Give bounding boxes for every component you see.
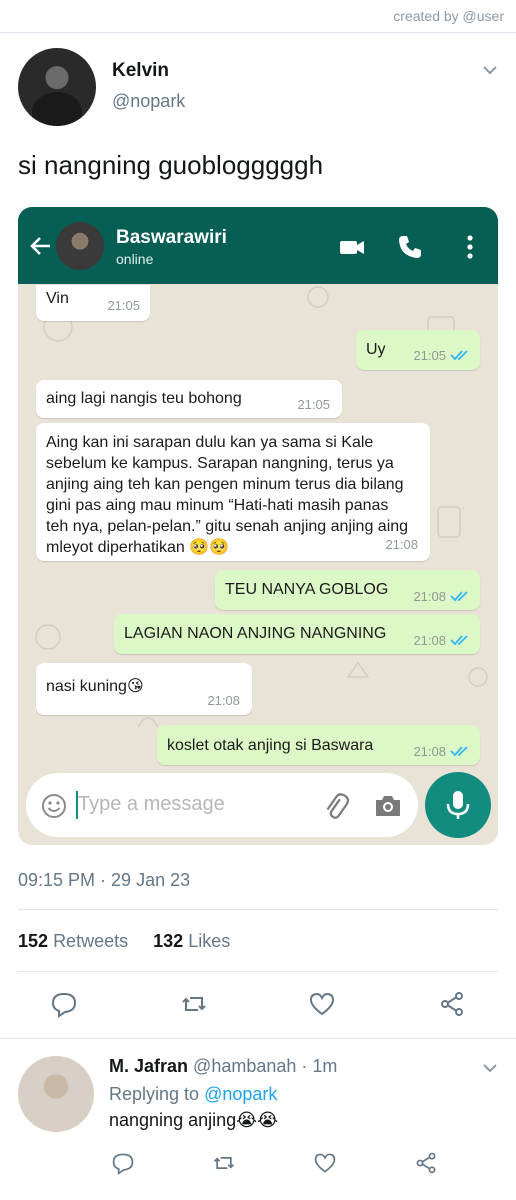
phone-call-icon[interactable] bbox=[396, 233, 424, 261]
message-bubble-incoming[interactable]: Vin 21:05 bbox=[36, 285, 150, 321]
share-icon[interactable] bbox=[414, 1151, 438, 1175]
reply-text: nangning anjing😭😭 bbox=[109, 1110, 279, 1130]
contact-avatar[interactable] bbox=[56, 222, 104, 270]
read-ticks-icon bbox=[450, 635, 468, 646]
retweets-count[interactable]: 152 bbox=[18, 931, 48, 951]
whatsapp-screenshot[interactable]: Baswarawiri online Vin 21:05 Uy 21:05 ai… bbox=[18, 207, 498, 845]
reply-author-name[interactable]: M. Jafran bbox=[109, 1056, 188, 1076]
message-text: LAGIAN NAON ANJING NANGNING bbox=[124, 625, 387, 642]
chevron-down-icon[interactable] bbox=[480, 60, 500, 80]
retweets-label[interactable]: Retweets bbox=[53, 931, 128, 951]
message-time: 21:08 bbox=[413, 633, 446, 648]
microphone-icon bbox=[446, 791, 470, 819]
message-time: 21:05 bbox=[413, 348, 446, 363]
message-line: Aing kan ini sarapan dulu kan ya sama si… bbox=[46, 434, 374, 451]
voice-record-button[interactable] bbox=[425, 772, 491, 838]
contact-name[interactable]: Baswarawiri bbox=[116, 227, 227, 249]
message-text: koslet otak anjing si Baswara bbox=[167, 737, 374, 754]
top-divider bbox=[0, 32, 516, 33]
like-heart-icon[interactable] bbox=[308, 990, 336, 1018]
message-time: 21:08 bbox=[413, 589, 446, 604]
message-line: gini pas aing mau minum “Hati-hati masih… bbox=[46, 497, 389, 514]
message-text: Vin bbox=[46, 290, 69, 307]
message-line: mleyot diperhatikan 🥺🥺 bbox=[46, 539, 230, 556]
author-avatar[interactable] bbox=[18, 48, 96, 126]
reply-author-handle[interactable]: @hambanah bbox=[193, 1056, 296, 1076]
attach-icon[interactable] bbox=[321, 791, 351, 821]
reply-author-avatar[interactable] bbox=[18, 1056, 94, 1132]
emoji-icon[interactable] bbox=[40, 792, 68, 820]
reply-age: · 1m bbox=[301, 1056, 338, 1076]
author-name[interactable]: Kelvin bbox=[112, 60, 169, 82]
message-input-placeholder[interactable]: Type a message bbox=[78, 793, 225, 816]
message-input-bar[interactable]: Type a message bbox=[26, 773, 418, 837]
contact-status: online bbox=[116, 251, 154, 267]
likes-label[interactable]: Likes bbox=[188, 931, 230, 951]
divider bbox=[18, 971, 498, 972]
divider bbox=[0, 1038, 516, 1039]
message-time: 21:05 bbox=[297, 397, 330, 412]
created-by-credit: created by @user bbox=[393, 8, 504, 24]
tweet-text: si nangning guoblogggggh bbox=[18, 150, 324, 180]
message-time: 21:08 bbox=[385, 537, 418, 552]
retweet-icon[interactable] bbox=[180, 990, 208, 1018]
reply-icon[interactable] bbox=[50, 990, 78, 1018]
message-bubble-outgoing[interactable]: TEU NANYA GOBLOG 21:08 bbox=[215, 570, 480, 610]
read-ticks-icon bbox=[450, 350, 468, 361]
engagement-stats: 152 Retweets 132 Likes bbox=[18, 931, 230, 952]
reply-icon[interactable] bbox=[111, 1151, 135, 1175]
retweet-icon[interactable] bbox=[212, 1151, 236, 1175]
message-bubble-incoming[interactable]: Aing kan ini sarapan dulu kan ya sama si… bbox=[36, 423, 430, 561]
more-options-icon[interactable] bbox=[456, 233, 484, 261]
replying-to-mention[interactable]: @nopark bbox=[204, 1084, 277, 1104]
replying-to-prefix: Replying to bbox=[109, 1084, 200, 1104]
chat-header: Baswarawiri online bbox=[18, 207, 498, 284]
message-text: nasi kuning😘 bbox=[46, 678, 144, 695]
message-time: 21:05 bbox=[107, 298, 140, 313]
read-ticks-icon bbox=[450, 591, 468, 602]
author-handle[interactable]: @nopark bbox=[112, 91, 185, 112]
message-line: sebelum ke kampus. Sarapan nangning, ter… bbox=[46, 455, 394, 472]
message-bubble-outgoing[interactable]: LAGIAN NAON ANJING NANGNING 21:08 bbox=[114, 614, 480, 654]
share-icon[interactable] bbox=[438, 990, 466, 1018]
chevron-down-icon[interactable] bbox=[480, 1058, 500, 1078]
message-text-multiline: Aing kan ini sarapan dulu kan ya sama si… bbox=[46, 432, 408, 558]
likes-count[interactable]: 132 bbox=[153, 931, 183, 951]
message-text: Uy bbox=[366, 341, 386, 358]
message-text: TEU NANYA GOBLOG bbox=[225, 581, 389, 598]
like-heart-icon[interactable] bbox=[313, 1151, 337, 1175]
message-text: aing lagi nangis teu bohong bbox=[46, 390, 242, 407]
message-line: teh nya, pelan-pelan.” gitu senah anjing… bbox=[46, 518, 409, 535]
message-time: 21:08 bbox=[207, 693, 240, 708]
replying-to-line: Replying to @nopark bbox=[109, 1084, 277, 1105]
message-bubble-incoming[interactable]: aing lagi nangis teu bohong 21:05 bbox=[36, 380, 342, 418]
message-bubble-outgoing[interactable]: Uy 21:05 bbox=[356, 330, 480, 370]
message-line: anjing aing teh kan pengen minum terus d… bbox=[46, 476, 404, 493]
read-ticks-icon bbox=[450, 746, 468, 757]
divider bbox=[18, 909, 498, 910]
back-arrow-icon[interactable] bbox=[28, 233, 54, 259]
video-call-icon[interactable] bbox=[338, 233, 366, 261]
message-bubble-incoming[interactable]: nasi kuning😘 21:08 bbox=[36, 663, 252, 715]
message-time: 21:08 bbox=[413, 744, 446, 759]
message-bubble-outgoing[interactable]: koslet otak anjing si Baswara 21:08 bbox=[157, 725, 480, 765]
reply-author-line: M. Jafran @hambanah · 1m bbox=[109, 1056, 337, 1077]
camera-icon[interactable] bbox=[373, 791, 403, 821]
tweet-timestamp[interactable]: 09:15 PM · 29 Jan 23 bbox=[18, 870, 190, 891]
